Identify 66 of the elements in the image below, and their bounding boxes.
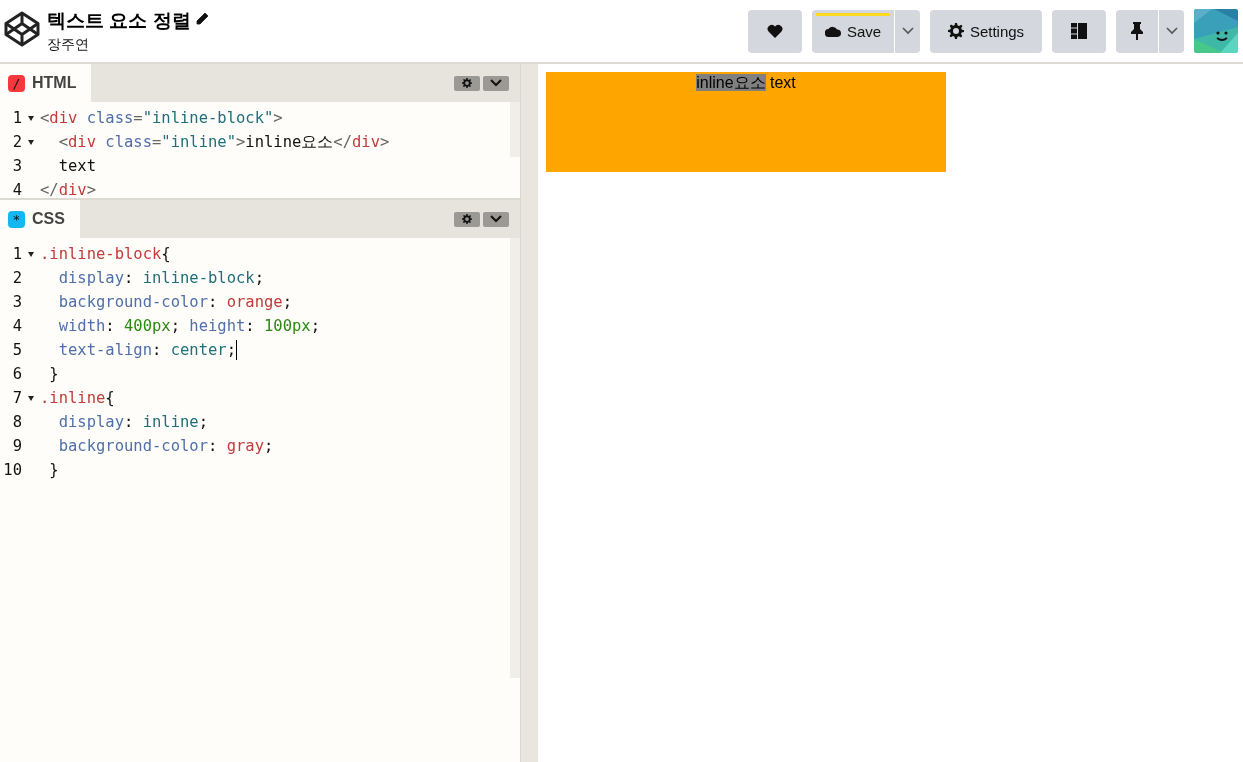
code-line: width: 400px; height: 100px; — [57, 317, 321, 335]
fold-arrow-icon[interactable] — [28, 251, 34, 257]
settings-icon — [462, 214, 472, 224]
code-line: } — [48, 461, 59, 479]
scrollbar[interactable] — [510, 102, 520, 157]
code-line: .inline{ — [40, 389, 115, 407]
heart-icon — [767, 24, 783, 38]
settings-icon — [947, 23, 964, 39]
scrollbar[interactable] — [510, 238, 520, 678]
pin-button[interactable] — [1116, 9, 1158, 53]
fold-arrow-icon[interactable] — [28, 139, 34, 145]
pencil-icon[interactable] — [194, 12, 209, 26]
chevron-icon — [490, 79, 502, 87]
fold-arrow-icon[interactable] — [28, 395, 34, 401]
settings-button[interactable] — [454, 211, 480, 227]
collapse-button[interactable] — [483, 75, 509, 91]
dropdown-button[interactable] — [894, 9, 920, 53]
line-number: 3 — [11, 157, 22, 175]
code-line: .inline-block{ — [40, 245, 171, 263]
line-number: 7 — [11, 389, 22, 407]
pen-title[interactable]: 텍스트 요소 정렬 — [47, 8, 191, 34]
code-line: background-color: gray; — [57, 437, 274, 455]
line-number: 2 — [11, 269, 22, 287]
line-number: 8 — [11, 413, 22, 431]
editor-tab[interactable]: / HTML — [0, 64, 92, 102]
layout-icon — [1071, 23, 1087, 39]
line-number: 1 — [11, 109, 22, 127]
collapse-button[interactable] — [483, 211, 509, 227]
layout-button[interactable] — [1052, 9, 1106, 53]
cloud-icon — [824, 25, 841, 37]
line-number: 6 — [11, 365, 22, 383]
code-line: text — [57, 157, 96, 175]
settings-icon — [462, 78, 472, 88]
slash-icon: / — [8, 74, 25, 92]
pin-icon — [1131, 22, 1143, 40]
settings-button[interactable]: Settings — [930, 9, 1042, 53]
code-line: text-align: center; — [57, 341, 236, 359]
inline-text: inline요소 — [696, 74, 766, 91]
fold-arrow-icon[interactable] — [28, 115, 34, 121]
line-number: 10 — [2, 461, 22, 479]
line-number: 3 — [11, 293, 22, 311]
code-line: <div class="inline">inline요소</div> — [57, 131, 390, 153]
line-number: 2 — [11, 133, 22, 151]
code-line: <div class="inline-block"> — [40, 109, 283, 127]
save-button[interactable]: Save — [812, 9, 894, 53]
code-line: display: inline; — [57, 413, 208, 431]
line-number: 1 — [11, 245, 22, 263]
code-line: background-color: orange; — [57, 293, 292, 311]
caret-icon — [1165, 27, 1178, 35]
author-name[interactable]: 장주연 — [47, 36, 738, 54]
line-number: 4 — [11, 317, 22, 335]
chevron-icon — [490, 215, 502, 223]
code-line: } — [48, 365, 59, 383]
code-line: display: inline-block; — [57, 269, 264, 287]
settings-button[interactable] — [454, 75, 480, 91]
editor-tab[interactable]: * CSS — [0, 200, 80, 238]
like-button[interactable] — [748, 9, 802, 53]
preview-text: text — [770, 74, 796, 91]
asterisk-icon: * — [8, 210, 25, 228]
avatar[interactable] — [1194, 9, 1238, 53]
line-number: 5 — [11, 341, 22, 359]
code-line: </div> — [40, 181, 96, 198]
line-number: 4 — [11, 181, 22, 198]
line-number: 9 — [11, 437, 22, 455]
caret-icon — [901, 27, 914, 35]
logo-icon[interactable] — [4, 11, 40, 47]
